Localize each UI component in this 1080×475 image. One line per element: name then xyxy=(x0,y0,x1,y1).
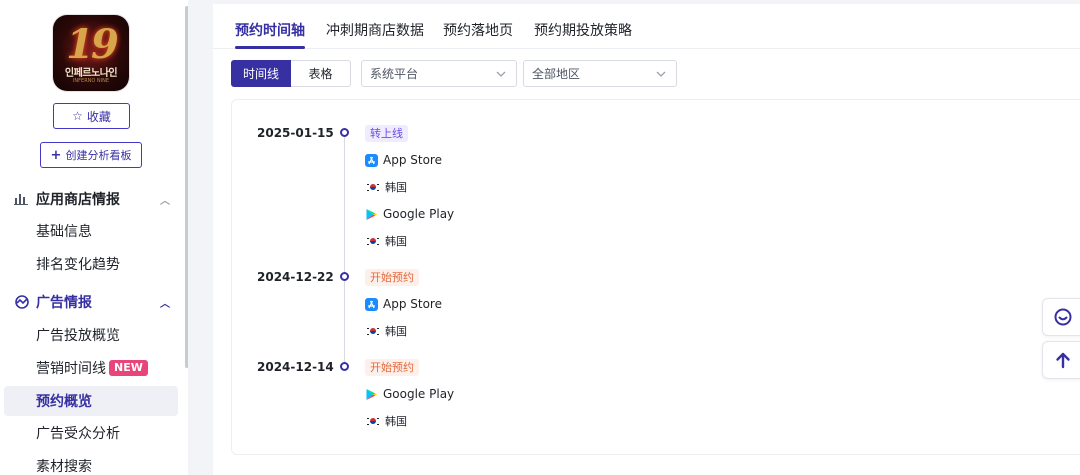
region-name: 韩国 xyxy=(385,181,407,194)
chevron-down-icon xyxy=(496,71,506,77)
app-icon: 19 인페르노나인 INFERNO NINE xyxy=(53,15,129,91)
store-name: Google Play xyxy=(383,207,455,221)
store-entry: Google Play xyxy=(365,207,454,221)
timeline-view-button[interactable]: 时间线 xyxy=(231,60,291,87)
tab-active-indicator xyxy=(235,46,305,49)
sidebar-item-reservation-overview[interactable]: 预约概览 xyxy=(4,386,178,416)
tab-sprint-store-data[interactable]: 冲刺期商店数据 xyxy=(326,20,424,40)
chevron-up-icon[interactable]: ︿ xyxy=(160,192,170,207)
plus-icon: + xyxy=(50,147,62,163)
timeline-line xyxy=(344,136,345,366)
timeline-date: 2024-12-14 xyxy=(257,360,334,374)
star-icon: ☆ xyxy=(72,109,83,123)
view-toggle: 时间线 表格 xyxy=(231,60,351,87)
store-entry: App Store xyxy=(365,297,442,311)
sidebar-item-label: 素材搜索 xyxy=(36,459,92,475)
app-store-icon xyxy=(365,297,378,311)
sidebar-item-rank-trend[interactable]: 排名变化趋势 xyxy=(4,249,178,279)
sidebar: 19 인페르노나인 INFERNO NINE ☆ 收藏 + 创建分析看板 应用商… xyxy=(0,0,188,475)
chat-icon xyxy=(1054,308,1072,326)
platform-select-value: 系统平台 xyxy=(370,67,419,81)
google-play-icon xyxy=(366,388,377,400)
korea-flag-icon xyxy=(367,326,379,336)
region-name: 韩国 xyxy=(385,415,407,428)
sidebar-item-basic-info[interactable]: 基础信息 xyxy=(4,216,178,246)
store-name: App Store xyxy=(383,297,442,311)
timeline-date: 2024-12-22 xyxy=(257,270,334,284)
tab-ad-strategy[interactable]: 预约期投放策略 xyxy=(534,20,632,40)
store-entry: App Store xyxy=(365,153,442,167)
bar-chart-icon xyxy=(14,193,30,205)
create-board-button[interactable]: + 创建分析看板 xyxy=(40,142,142,168)
korea-flag-icon xyxy=(367,416,379,426)
store-name: Google Play xyxy=(383,387,455,401)
platform-select[interactable]: 系统平台 xyxy=(361,60,517,87)
sidebar-item-marketing-timeline[interactable]: 营销时间线 NEW xyxy=(4,353,178,383)
section-app-store[interactable]: 应用商店情报 ︿ xyxy=(14,188,174,210)
main-content: 预约时间轴 冲刺期商店数据 预约落地页 预约期投放策略 时间线 表格 系统平台 … xyxy=(213,4,1080,475)
sidebar-item-label: 基础信息 xyxy=(36,224,92,240)
tab-landing-page[interactable]: 预约落地页 xyxy=(443,20,513,40)
sidebar-item-label: 广告投放概览 xyxy=(36,328,120,344)
section-app-store-label: 应用商店情报 xyxy=(36,192,120,208)
favorite-label: 收藏 xyxy=(86,109,111,124)
chevron-down-icon xyxy=(656,71,666,77)
app-icon-subtitle: 인페르노나인 xyxy=(64,68,118,79)
sidebar-item-label: 预约概览 xyxy=(36,394,92,410)
korea-flag-icon xyxy=(367,182,379,192)
ad-radar-icon xyxy=(14,294,30,310)
sidebar-item-ad-overview[interactable]: 广告投放概览 xyxy=(4,320,178,350)
create-board-label: 创建分析看板 xyxy=(65,149,132,162)
store-entry: Google Play xyxy=(365,387,454,401)
region-name: 韩国 xyxy=(385,235,407,248)
tab-reservation-timeline[interactable]: 预约时间轴 xyxy=(235,20,305,40)
google-play-icon xyxy=(366,208,377,220)
section-ads-label: 广告情报 xyxy=(36,295,92,311)
timeline-panel: 2025-01-15 转上线 App Store 韩国 Google Play … xyxy=(231,99,1080,455)
timeline-dot xyxy=(340,362,349,371)
region-entry: 韩国 xyxy=(367,179,407,195)
status-tag: 开始预约 xyxy=(365,269,419,286)
store-name: App Store xyxy=(383,153,442,167)
status-tag: 转上线 xyxy=(365,125,408,142)
app-icon-title: 19 xyxy=(66,21,119,68)
sidebar-item-audience-analysis[interactable]: 广告受众分析 xyxy=(4,418,178,448)
timeline-dot xyxy=(340,128,349,137)
chevron-up-icon[interactable]: ︿ xyxy=(160,295,170,310)
back-to-top-button[interactable] xyxy=(1042,341,1080,379)
sidebar-item-label: 广告受众分析 xyxy=(36,426,120,442)
favorite-button[interactable]: ☆ 收藏 xyxy=(53,103,130,129)
region-entry: 韩国 xyxy=(367,233,407,249)
sidebar-scrollbar[interactable] xyxy=(185,6,188,368)
sidebar-item-label: 营销时间线 xyxy=(36,361,106,377)
app-store-icon xyxy=(365,153,378,167)
timeline-date: 2025-01-15 xyxy=(257,126,334,140)
timeline-dot xyxy=(340,272,349,281)
table-view-button[interactable]: 表格 xyxy=(291,60,351,87)
new-badge: NEW xyxy=(109,360,148,376)
region-select-value: 全部地区 xyxy=(532,67,581,81)
sidebar-item-label: 排名变化趋势 xyxy=(36,257,120,273)
sidebar-item-creative-search[interactable]: 素材搜索 xyxy=(4,451,178,475)
region-name: 韩国 xyxy=(385,325,407,338)
app-icon-tiny: INFERNO NINE xyxy=(72,78,110,84)
korea-flag-icon xyxy=(367,236,379,246)
section-ads[interactable]: 广告情报 ︿ xyxy=(14,291,174,313)
arrow-up-icon xyxy=(1056,352,1070,369)
status-tag: 开始预约 xyxy=(365,359,419,376)
region-entry: 韩国 xyxy=(367,413,407,429)
tab-bar: 预约时间轴 冲刺期商店数据 预约落地页 预约期投放策略 xyxy=(213,4,1080,49)
region-entry: 韩国 xyxy=(367,323,407,339)
chat-button[interactable] xyxy=(1042,298,1080,336)
region-select[interactable]: 全部地区 xyxy=(523,60,677,87)
